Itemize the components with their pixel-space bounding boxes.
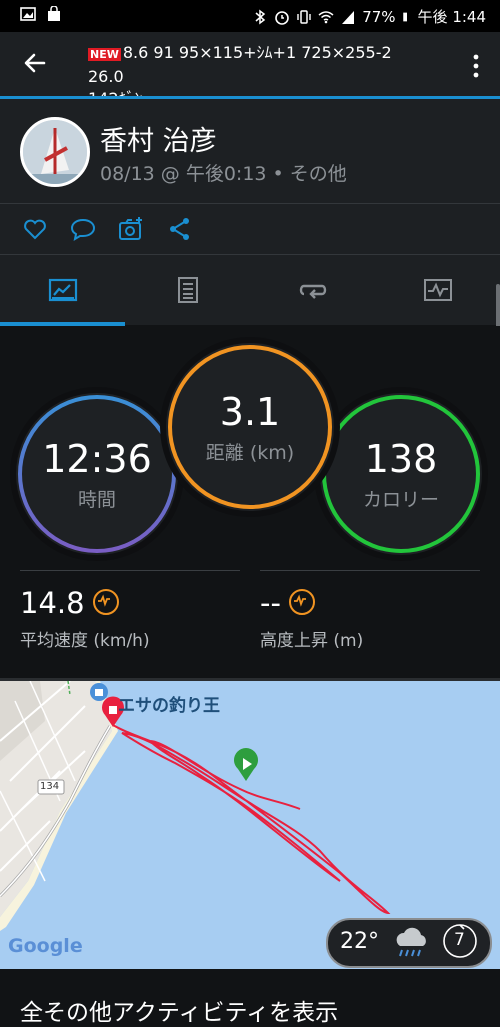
battery-percent: 77% xyxy=(362,7,396,26)
activity-tabs xyxy=(0,255,500,325)
bluetooth-icon xyxy=(255,9,266,24)
time-value: 12:36 xyxy=(42,436,152,481)
tab-charts[interactable] xyxy=(375,255,500,325)
pulse-icon[interactable] xyxy=(92,589,119,615)
place-label[interactable]: エサの釣り王 xyxy=(118,691,220,716)
back-arrow-icon[interactable] xyxy=(22,50,48,76)
more-options-icon[interactable] xyxy=(472,54,480,78)
signal-icon xyxy=(342,10,355,24)
shopping-notification-icon xyxy=(48,6,60,21)
avg-speed-value: 14.8 xyxy=(20,586,85,620)
battery-icon xyxy=(402,12,407,21)
avg-speed-label: 平均速度 (km/h) xyxy=(20,631,150,651)
time-gauge: 12:36 時間 xyxy=(16,393,178,555)
tab-laps[interactable] xyxy=(250,255,375,325)
stats-list-icon xyxy=(177,277,198,303)
google-logo: Google xyxy=(8,935,83,957)
time-label: 時間 xyxy=(77,488,116,511)
rain-cloud-icon xyxy=(396,927,426,957)
calories-value: 138 xyxy=(364,436,438,481)
laps-loop-icon xyxy=(299,284,326,299)
like-heart-icon[interactable] xyxy=(22,216,48,242)
vibrate-icon xyxy=(297,9,311,24)
user-name[interactable]: 香村 治彦 xyxy=(100,119,217,158)
wifi-icon xyxy=(318,10,334,23)
calories-label: カロリー xyxy=(362,488,439,511)
distance-value: 3.1 xyxy=(219,389,281,434)
distance-label: 距離 (km) xyxy=(205,441,295,464)
road-number: 134 xyxy=(40,781,60,792)
distance-gauge: 3.1 距離 (km) xyxy=(166,343,334,511)
wind-speed: 7 xyxy=(454,930,465,950)
elevation-gain-value: -- xyxy=(260,586,281,620)
show-all-activities-link[interactable]: 全その他アクティビティを表示 xyxy=(20,993,338,1027)
charts-pulse-icon xyxy=(423,279,452,301)
app-bar: NEW8.6 91 95×115+ｼﾑ+1 725×255-2 26.0 142… xyxy=(0,32,500,108)
alarm-icon xyxy=(275,10,290,25)
share-icon[interactable] xyxy=(167,216,193,242)
avatar-image xyxy=(23,120,87,184)
title-line-1: 8.6 91 95×115+ｼﾑ+1 725×255-2 26.0 xyxy=(88,43,392,86)
overview-chart-icon xyxy=(48,278,77,302)
tab-stats[interactable] xyxy=(125,255,250,325)
activity-date-type: 08/13 @ 午後0:13 • その他 xyxy=(100,163,347,185)
elevation-gain-label: 高度上昇 (m) xyxy=(260,631,364,651)
social-actions xyxy=(0,204,500,254)
pulse-icon[interactable] xyxy=(288,589,315,615)
footer: 全その他アクティビティを表示 xyxy=(0,969,500,1027)
comment-icon[interactable] xyxy=(70,216,96,242)
calories-gauge: 138 カロリー xyxy=(320,393,482,555)
weather-widget[interactable]: 22° 7 xyxy=(326,918,492,968)
tab-overview[interactable] xyxy=(0,255,125,325)
activity-header: 香村 治彦 08/13 @ 午後0:13 • その他 xyxy=(0,99,500,203)
gallery-notification-icon xyxy=(20,7,36,21)
add-photo-icon[interactable] xyxy=(118,216,144,242)
new-badge: NEW xyxy=(88,48,121,61)
status-bar: 77% 午後 1:44 xyxy=(0,0,500,32)
clock: 午後 1:44 xyxy=(417,8,486,26)
weather-temperature: 22° xyxy=(340,929,379,954)
avatar[interactable] xyxy=(20,117,90,187)
